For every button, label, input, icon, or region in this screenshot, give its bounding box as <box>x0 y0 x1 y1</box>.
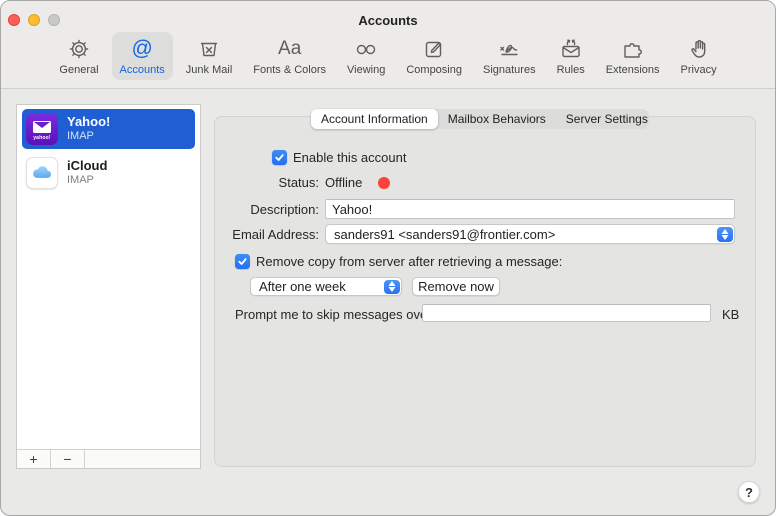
at-sign-icon: @ <box>131 37 153 60</box>
popup-stepper-icon <box>383 279 400 294</box>
rules-envelope-icon <box>558 36 584 62</box>
toolbar-label: Extensions <box>605 64 660 76</box>
enable-account-label: Enable this account <box>293 150 407 165</box>
titlebar-toolbar: Accounts General @ Accounts Junk Mail Aa… <box>1 1 775 89</box>
prompt-skip-label: Prompt me to skip messages over <box>235 307 432 322</box>
window-title: Accounts <box>358 13 418 28</box>
toolbar-item-accounts[interactable]: @ Accounts <box>111 32 173 80</box>
help-button[interactable]: ? <box>738 481 760 503</box>
status-value: Offline <box>325 175 363 190</box>
toolbar-label: Junk Mail <box>185 64 233 76</box>
prompt-skip-input[interactable] <box>422 304 711 322</box>
add-account-button[interactable]: + <box>17 450 51 468</box>
tab-mailbox-behaviors[interactable]: Mailbox Behaviors <box>438 109 556 129</box>
mail-preferences-window: Accounts General @ Accounts Junk Mail Aa… <box>0 0 776 516</box>
toolbar-item-viewing[interactable]: Viewing <box>339 32 393 80</box>
toolbar-item-signatures[interactable]: Signatures <box>475 32 544 80</box>
puzzle-icon <box>620 36 646 62</box>
remove-copy-label: Remove copy from server after retrieving… <box>256 254 563 269</box>
description-input[interactable] <box>325 199 735 219</box>
account-name: iCloud <box>67 158 108 173</box>
remove-after-popup[interactable]: After one week <box>250 277 402 296</box>
email-address-popup[interactable]: sanders91 <sanders91@frontier.com> <box>325 224 735 244</box>
compose-icon <box>422 36 446 62</box>
toolbar-item-rules[interactable]: Rules <box>549 32 593 80</box>
account-protocol: IMAP <box>67 174 94 187</box>
account-row-icloud[interactable]: iCloud IMAP <box>22 153 195 193</box>
toolbar-item-privacy[interactable]: Privacy <box>673 32 725 80</box>
icloud-cloud-icon <box>26 157 58 189</box>
tab-server-settings[interactable]: Server Settings <box>556 109 658 129</box>
remove-account-button[interactable]: − <box>51 450 85 468</box>
toolbar-label: Fonts & Colors <box>253 64 327 76</box>
toolbar-item-general[interactable]: General <box>51 32 106 80</box>
preferences-toolbar: General @ Accounts Junk Mail Aa Fonts & … <box>1 32 775 80</box>
prompt-skip-unit: KB <box>722 307 740 322</box>
fonts-aa-icon: Aa <box>278 38 302 59</box>
glasses-icon <box>353 36 379 62</box>
account-protocol: IMAP <box>67 130 94 143</box>
accounts-sidebar: yahoo! Yahoo! IMAP iCloud IMAP + − <box>16 104 201 469</box>
offline-red-dot <box>378 177 390 189</box>
account-settings-pane: Account Information Mailbox Behaviors Se… <box>214 109 756 467</box>
enable-account-checkbox[interactable] <box>272 150 287 165</box>
toolbar-item-composing[interactable]: Composing <box>398 32 470 80</box>
status-label: Status: <box>278 175 319 190</box>
toolbar-label: Viewing <box>347 64 386 76</box>
remove-copy-checkbox[interactable] <box>235 254 250 269</box>
sidebar-bottom-bar: + − <box>17 449 200 468</box>
sidebar-bottom-filler <box>85 450 200 468</box>
remove-now-button[interactable]: Remove now <box>412 277 500 296</box>
toolbar-label: Accounts <box>119 64 165 76</box>
account-row-yahoo[interactable]: yahoo! Yahoo! IMAP <box>22 109 195 149</box>
toolbar-label: Rules <box>556 64 585 76</box>
toolbar-label: Signatures <box>482 64 536 76</box>
email-address-label: Email Address: <box>232 227 319 242</box>
toolbar-item-junk-mail[interactable]: Junk Mail <box>178 32 240 80</box>
toolbar-label: Privacy <box>680 64 717 76</box>
account-tabs: Account Information Mailbox Behaviors Se… <box>311 109 649 129</box>
signature-icon <box>495 36 523 62</box>
description-label: Description: <box>250 202 319 217</box>
toolbar-item-fonts-colors[interactable]: Aa Fonts & Colors <box>245 32 334 80</box>
gear-icon <box>67 36 91 62</box>
yahoo-mail-icon: yahoo! <box>26 113 58 145</box>
remove-after-value: After one week <box>259 279 346 294</box>
account-name: Yahoo! <box>67 114 111 129</box>
junk-bin-icon <box>197 36 221 62</box>
toolbar-label: Composing <box>406 64 462 76</box>
email-address-value: sanders91 <sanders91@frontier.com> <box>334 226 556 242</box>
tab-account-information[interactable]: Account Information <box>311 109 438 129</box>
toolbar-label: General <box>59 64 99 76</box>
toolbar-item-extensions[interactable]: Extensions <box>598 32 668 80</box>
popup-stepper-icon <box>716 226 733 242</box>
hand-icon <box>688 36 710 62</box>
